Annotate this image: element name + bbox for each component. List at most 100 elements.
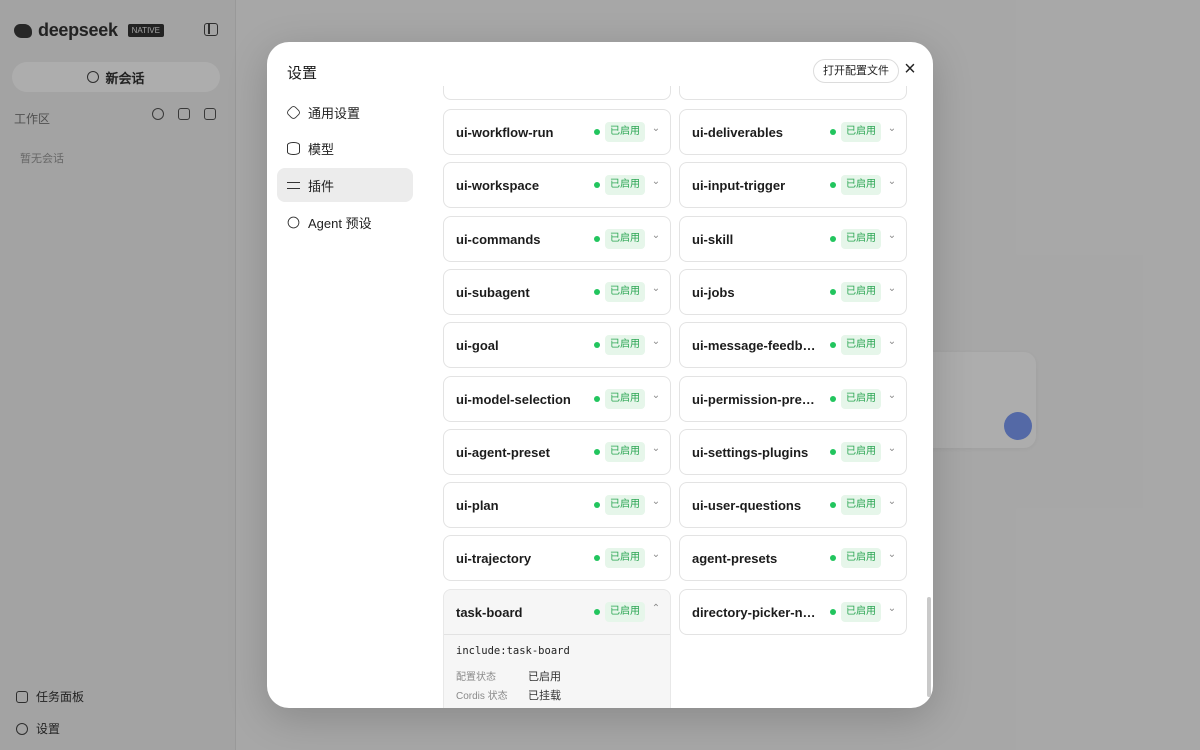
plugin-card[interactable]: ui-agent-preset 已启用 ⌄ [443, 429, 671, 475]
status-dot [830, 342, 836, 348]
status-dot [594, 449, 600, 455]
chevron-down-icon[interactable]: ⌄ [649, 230, 663, 244]
plugin-card[interactable]: ui-trajectory 已启用 ⌄ [443, 535, 671, 581]
chevron-down-icon[interactable]: ⌄ [885, 549, 899, 563]
chevron-down-icon[interactable]: ⌄ [885, 390, 899, 404]
plugin-card[interactable]: task-board 已启用 ⌃ include:task-board 配置状态 已启用 C… [443, 589, 671, 708]
chevron-down-icon[interactable]: ⌄ [885, 336, 899, 350]
plugin-card-partial[interactable] [443, 86, 671, 100]
plugin-card[interactable]: ui-subagent 已启用 ⌄ [443, 269, 671, 315]
status-dot [594, 342, 600, 348]
status-badge: 已启用 [841, 122, 881, 142]
status-dot [830, 555, 836, 561]
settings-modal: 设置 打开配置文件 × 通用设置 模型 插件 Agent 预设 ui-workf… [267, 42, 933, 708]
gear-icon [285, 104, 302, 120]
detail-value: 已挂载 [528, 690, 561, 702]
plugin-card-partial[interactable] [679, 86, 907, 100]
chevron-down-icon[interactable]: ⌄ [649, 496, 663, 510]
status-dot [594, 129, 600, 135]
chevron-down-icon[interactable]: ⌄ [649, 176, 663, 190]
plugin-card[interactable]: agent-presets 已启用 ⌄ [679, 535, 907, 581]
close-icon[interactable]: × [901, 59, 919, 79]
status-dot [830, 396, 836, 402]
chevron-down-icon[interactable]: ⌄ [885, 283, 899, 297]
nav-item-label: 模型 [308, 142, 335, 158]
plugin-card[interactable]: ui-permission-presets 已启用 ⌄ [679, 376, 907, 422]
plugin-card[interactable]: ui-settings-plugins 已启用 ⌄ [679, 429, 907, 475]
plugin-name: ui-message-feedback [692, 338, 822, 353]
status-badge: 已启用 [605, 602, 645, 622]
plugin-name: ui-agent-preset [456, 445, 550, 460]
plugin-name: ui-model-selection [456, 392, 571, 407]
plugin-card-header[interactable]: task-board 已启用 ⌃ [444, 590, 670, 635]
chevron-down-icon[interactable]: ⌄ [885, 443, 899, 457]
status-badge: 已启用 [841, 602, 881, 622]
status-badge: 已启用 [841, 175, 881, 195]
plugin-card[interactable]: ui-deliverables 已启用 ⌄ [679, 109, 907, 155]
status-dot [594, 609, 600, 615]
plugin-name: ui-settings-plugins [692, 445, 809, 460]
nav-item-label: 插件 [308, 178, 335, 194]
status-badge: 已启用 [605, 175, 645, 195]
modal-title: 设置 [287, 65, 318, 82]
detail-key: 配置状态 [456, 672, 496, 683]
plugin-card[interactable]: ui-commands 已启用 ⌄ [443, 216, 671, 262]
chevron-down-icon[interactable]: ⌄ [885, 603, 899, 617]
chevron-down-icon[interactable]: ⌄ [649, 123, 663, 137]
plugin-card[interactable]: ui-message-feedback 已启用 ⌄ [679, 322, 907, 368]
status-badge: 已启用 [605, 335, 645, 355]
plugin-name: ui-commands [456, 232, 541, 247]
plugin-card[interactable]: ui-workflow-run 已启用 ⌄ [443, 109, 671, 155]
settings-nav: 通用设置 模型 插件 Agent 预设 [277, 95, 413, 242]
chevron-down-icon[interactable]: ⌄ [649, 336, 663, 350]
chevron-down-icon[interactable]: ⌄ [649, 283, 663, 297]
status-dot [830, 236, 836, 242]
open-config-file-button[interactable]: 打开配置文件 [813, 59, 899, 83]
plugin-card[interactable]: ui-jobs 已启用 ⌄ [679, 269, 907, 315]
status-badge: 已启用 [841, 335, 881, 355]
plugin-name: ui-permission-presets [692, 392, 822, 407]
status-badge: 已启用 [841, 495, 881, 515]
plugin-card[interactable]: ui-skill 已启用 ⌄ [679, 216, 907, 262]
nav-item-label: Agent 预设 [308, 215, 372, 231]
plugin-name: directory-picker-nat... [692, 605, 822, 620]
plugin-card[interactable]: ui-input-trigger 已启用 ⌄ [679, 162, 907, 208]
chevron-down-icon[interactable]: ⌄ [649, 390, 663, 404]
status-dot [594, 396, 600, 402]
chevron-down-icon[interactable]: ⌄ [649, 549, 663, 563]
status-dot [830, 129, 836, 135]
scrollbar[interactable] [927, 597, 931, 697]
plugin-name: task-board [456, 605, 523, 620]
nav-item-general[interactable]: 通用设置 [277, 95, 413, 129]
chevron-down-icon[interactable]: ⌄ [885, 230, 899, 244]
status-dot [830, 502, 836, 508]
nav-item-models[interactable]: 模型 [277, 132, 413, 166]
status-dot [830, 289, 836, 295]
plugin-name: ui-workspace [456, 178, 540, 193]
plugin-card[interactable]: ui-plan 已启用 ⌄ [443, 482, 671, 528]
include-path: include:task-board [456, 645, 570, 657]
plugin-name: ui-workflow-run [456, 125, 554, 140]
plugin-card[interactable]: ui-goal 已启用 ⌄ [443, 322, 671, 368]
status-dot [830, 449, 836, 455]
status-dot [594, 182, 600, 188]
nav-item-agent-presets[interactable]: Agent 预设 [277, 205, 413, 239]
status-dot [594, 236, 600, 242]
plugin-name: ui-goal [456, 338, 499, 353]
chevron-up-icon[interactable]: ⌃ [649, 603, 663, 617]
plugins-panel: ui-workflow-run 已启用 ⌄ ui-workspace 已启用 ⌄ ui-co… [443, 86, 923, 708]
chevron-down-icon[interactable]: ⌄ [885, 496, 899, 510]
status-dot [830, 609, 836, 615]
plugin-name: agent-presets [692, 551, 778, 566]
plugin-name: ui-input-trigger [692, 178, 786, 193]
plugin-name: ui-trajectory [456, 551, 532, 566]
chevron-down-icon[interactable]: ⌄ [649, 443, 663, 457]
plugin-card[interactable]: ui-workspace 已启用 ⌄ [443, 162, 671, 208]
plugin-card[interactable]: ui-user-questions 已启用 ⌄ [679, 482, 907, 528]
plugin-card[interactable]: ui-model-selection 已启用 ⌄ [443, 376, 671, 422]
plugin-name: ui-skill [692, 232, 734, 247]
chevron-down-icon[interactable]: ⌄ [885, 176, 899, 190]
plugin-card[interactable]: directory-picker-nat... 已启用 ⌄ [679, 589, 907, 635]
nav-item-plugins[interactable]: 插件 [277, 168, 413, 203]
chevron-down-icon[interactable]: ⌄ [885, 123, 899, 137]
